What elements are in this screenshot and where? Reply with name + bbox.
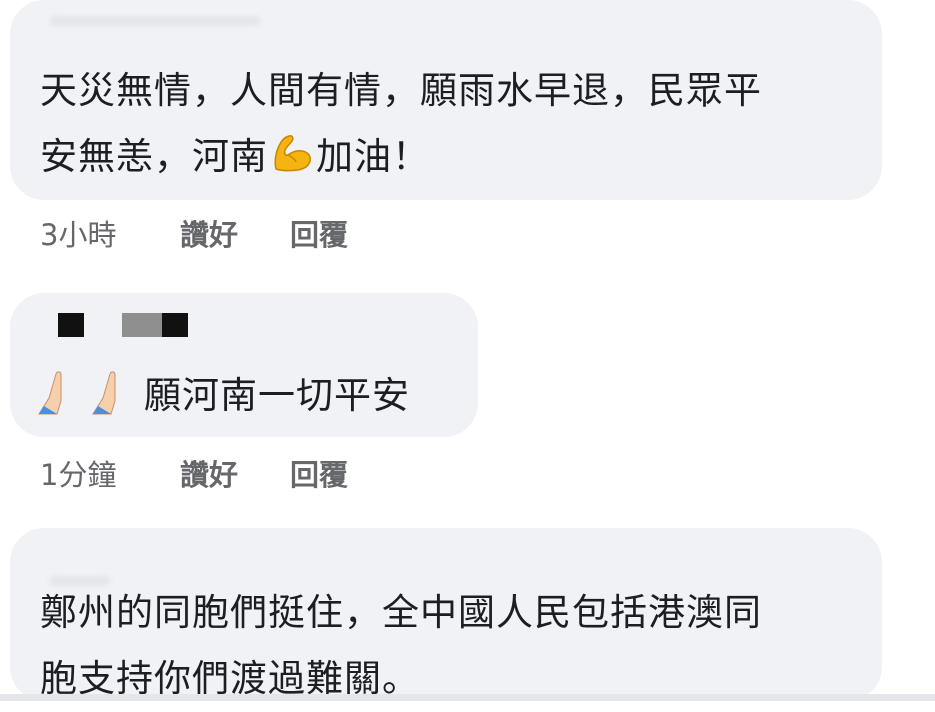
folded-hands-icon: [38, 371, 62, 415]
comment-bubble: 願河南一切平安: [10, 293, 478, 437]
comment-text-line: 胞支持你們渡過難關。: [40, 657, 420, 700]
divider: [0, 694, 935, 701]
comment-text-line: 安無恙，河南 加油！: [40, 124, 762, 190]
comment-bubble: 鄭州的同胞們挺住，全中國人民包括港澳同 胞支持你們渡過難關。: [10, 528, 882, 701]
reply-button[interactable]: 回覆: [290, 215, 348, 255]
like-button[interactable]: 讚好: [180, 215, 238, 255]
timestamp[interactable]: 1分鐘: [40, 455, 116, 495]
comment-text: 願河南一切平安: [36, 363, 410, 429]
comment-actions: 1分鐘 讚好 回覆: [40, 455, 400, 495]
comment-actions: 3小時 讚好 回覆: [40, 215, 400, 255]
comment-text: 天災無情，人間有情，願雨水早退，民眾平 安無恙，河南 加油！: [40, 58, 762, 190]
reply-button[interactable]: 回覆: [290, 455, 348, 495]
author-name-blurred[interactable]: [50, 16, 260, 26]
comment-bubble: 天災無情，人間有情，願雨水早退，民眾平 安無恙，河南 加油！: [10, 0, 882, 200]
like-button[interactable]: 讚好: [180, 455, 238, 495]
comment-text-line: 天災無情，人間有情，願雨水早退，民眾平: [40, 69, 762, 112]
comment-text: 鄭州的同胞們挺住，全中國人民包括港澳同 胞支持你們渡過難關。: [40, 580, 762, 712]
folded-hands-icon: [92, 371, 116, 415]
comment-text-line: 鄭州的同胞們挺住，全中國人民包括港澳同: [40, 591, 762, 634]
flexed-biceps-icon: [274, 135, 311, 172]
timestamp[interactable]: 3小時: [40, 215, 116, 255]
